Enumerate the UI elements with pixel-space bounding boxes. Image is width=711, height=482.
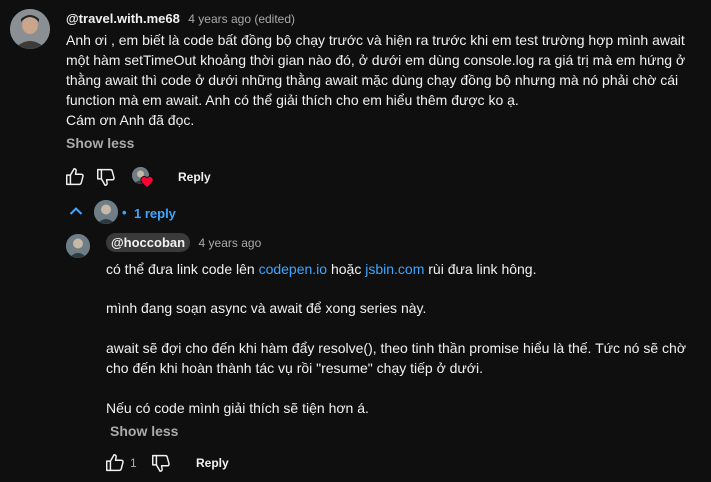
comment-line: function mà em await. Anh có thể giải th… <box>66 92 519 108</box>
replies-separator: • <box>122 205 127 220</box>
comment-line: Anh ơi , em biết là code bất đồng bộ chạ… <box>66 32 685 48</box>
reply-author-avatar[interactable] <box>66 234 90 258</box>
reply-show-less[interactable]: Show less <box>110 423 178 439</box>
comment-show-less[interactable]: Show less <box>66 135 134 151</box>
replies-count: 1 reply <box>134 206 176 221</box>
heart-icon <box>140 175 154 188</box>
comment-line: một hàm setTimeOut khoảng thời gian nào … <box>66 52 686 68</box>
comment-reply-button[interactable]: Reply <box>178 170 211 184</box>
reply-author-chip[interactable]: @hoccoban <box>106 233 191 252</box>
reply-text: hoặc <box>327 261 366 277</box>
chevron-up-icon <box>69 206 83 216</box>
reply-dislike-icon[interactable] <box>150 452 172 474</box>
reply-line-1: có thể đưa link code lên codepen.io hoặc… <box>106 259 706 279</box>
reply-like-icon[interactable] <box>104 452 126 474</box>
replies-toggle[interactable]: • 1 reply <box>64 200 184 226</box>
reply-timestamp[interactable]: 4 years ago <box>199 236 262 250</box>
reply-like-count: 1 <box>130 456 137 470</box>
reply-line: cho đến khi hoàn thành tác vụ rồi "resum… <box>106 360 483 376</box>
reply-paragraph: Nếu có code mình giải thích sẽ tiện hơn … <box>106 400 369 416</box>
codepen-link[interactable]: codepen.io <box>259 261 328 277</box>
reply-text: có thể đưa link code lên <box>106 261 259 277</box>
reply-header: @hoccoban 4 years ago <box>106 233 262 252</box>
comment-timestamp[interactable]: 4 years ago (edited) <box>188 12 295 26</box>
comment-author[interactable]: @travel.with.me68 <box>66 11 180 26</box>
reply-text: rùi đưa link hông. <box>424 261 537 277</box>
jsbin-link[interactable]: jsbin.com <box>365 261 424 277</box>
comment-body: Anh ơi , em biết là code bất đồng bộ chạ… <box>66 30 706 130</box>
comment-line: Cám ơn Anh đã đọc. <box>66 112 195 128</box>
reply-line: await sẽ đợi cho đến khi hàm đẩy resolve… <box>106 340 687 356</box>
reply-paragraph: await sẽ đợi cho đến khi hàm đẩy resolve… <box>106 338 706 378</box>
comment-header: @travel.with.me68 4 years ago (edited) <box>66 10 295 28</box>
reply-author-mini-avatar <box>94 200 118 224</box>
commenter-avatar[interactable] <box>10 9 50 49</box>
comment-line: thằng await thì code ở dưới những thằng … <box>66 72 679 88</box>
reply-reply-button[interactable]: Reply <box>196 456 229 470</box>
dislike-icon[interactable] <box>95 166 117 188</box>
reply-paragraph: mình đang soạn async và await để xong se… <box>106 300 427 316</box>
like-icon[interactable] <box>64 166 86 188</box>
creator-heart <box>132 167 154 189</box>
